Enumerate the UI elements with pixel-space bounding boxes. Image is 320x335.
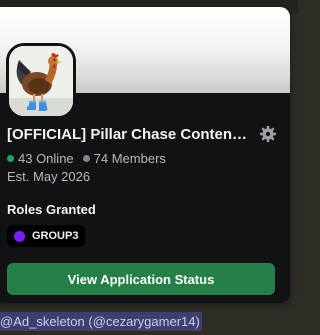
server-stats: 43 Online 74 Members (7, 150, 175, 166)
server-profile-card: [OFFICIAL] Pillar Chase Content ... 43 O… (0, 7, 290, 303)
member-count: 74 Members (82, 150, 166, 166)
members-dot-icon (82, 154, 90, 162)
gear-icon[interactable] (259, 125, 277, 143)
online-label: 43 Online (18, 150, 74, 166)
server-name: [OFFICIAL] Pillar Chase Content ... (7, 125, 251, 143)
established-date: Est. May 2026 (7, 169, 91, 184)
view-application-status-button[interactable]: View Application Status (7, 263, 275, 295)
role-color-dot-icon (14, 230, 25, 242)
server-icon[interactable] (6, 43, 76, 119)
online-count: 43 Online (7, 151, 74, 166)
members-label: 74 Members (93, 150, 166, 166)
roles-heading: Roles Granted (7, 202, 96, 217)
online-dot-icon (7, 154, 14, 162)
role-label: GROUP3 (32, 230, 79, 242)
rooster-in-blue-boots-icon (9, 46, 73, 116)
role-chip: GROUP3 (7, 225, 86, 247)
server-title-row: [OFFICIAL] Pillar Chase Content ... (7, 124, 277, 144)
user-mention[interactable]: @Ad_skeleton (@cezarygamer14) (0, 312, 202, 331)
